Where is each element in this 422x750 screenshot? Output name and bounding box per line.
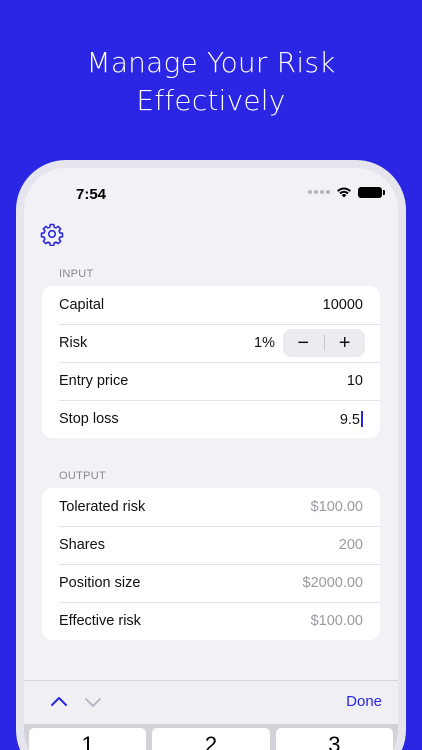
output-card: Tolerated risk $100.00 Shares 200 Positi… <box>42 488 380 640</box>
gear-icon[interactable] <box>40 222 64 246</box>
stop-loss-field[interactable]: 9.5 <box>340 412 360 428</box>
wifi-icon <box>337 187 351 198</box>
output-section-label: OUTPUT <box>59 470 107 482</box>
risk-stepper[interactable]: − + <box>283 329 365 357</box>
tolerated-risk-label: Tolerated risk <box>59 499 146 515</box>
effective-risk-label: Effective risk <box>59 613 141 629</box>
stop-loss-field-wrap[interactable]: 9.5 <box>340 410 363 428</box>
text-caret <box>361 410 363 427</box>
headline-line-2: Effectively <box>136 84 286 117</box>
battery-icon <box>358 186 385 198</box>
phone-frame: 7:54 INPUT Capital 10000 Risk 1% − + Ent… <box>16 160 406 750</box>
key-2[interactable]: 2 <box>152 728 270 750</box>
signal-dots-icon <box>308 190 330 194</box>
capital-field[interactable]: 10000 <box>323 297 363 313</box>
shares-label: Shares <box>59 537 105 553</box>
input-section-label: INPUT <box>59 268 94 280</box>
effective-risk-row: Effective risk $100.00 <box>42 602 380 640</box>
entry-price-field[interactable]: 10 <box>347 373 363 389</box>
capital-label: Capital <box>59 297 105 313</box>
keyboard-toolbar: Done <box>24 680 398 724</box>
chevron-down-icon[interactable] <box>84 693 102 711</box>
effective-risk-value: $100.00 <box>310 613 363 629</box>
capital-row[interactable]: Capital 10000 <box>42 286 380 324</box>
tolerated-risk-value: $100.00 <box>310 499 363 515</box>
input-card: Capital 10000 Risk 1% − + Entry price 10 <box>42 286 380 438</box>
number-keypad: 1 2 3 <box>24 724 398 750</box>
app-screen: 7:54 INPUT Capital 10000 Risk 1% − + Ent… <box>24 168 398 750</box>
key-1[interactable]: 1 <box>29 728 147 750</box>
shares-row: Shares 200 <box>42 526 380 564</box>
stop-loss-label: Stop loss <box>59 411 119 427</box>
position-size-label: Position size <box>59 575 141 591</box>
risk-row: Risk 1% − + <box>42 324 380 362</box>
position-size-row: Position size $2000.00 <box>42 564 380 602</box>
tolerated-risk-row: Tolerated risk $100.00 <box>42 488 380 526</box>
key-3[interactable]: 3 <box>275 728 393 750</box>
stop-loss-row[interactable]: Stop loss 9.5 <box>42 400 380 438</box>
position-size-value: $2000.00 <box>302 575 363 591</box>
risk-control: 1% − + <box>254 329 365 357</box>
status-time: 7:54 <box>76 186 107 203</box>
chevron-up-icon[interactable] <box>50 693 68 711</box>
entry-price-label: Entry price <box>59 373 129 389</box>
done-button[interactable]: Done <box>346 693 382 710</box>
status-icons <box>308 186 385 198</box>
headline-line-1: Manage Your Risk <box>86 46 336 79</box>
entry-price-row[interactable]: Entry price 10 <box>42 362 380 400</box>
promo-headline: Manage Your Risk Effectively <box>0 44 422 120</box>
risk-value: 1% <box>254 335 275 351</box>
risk-label: Risk <box>59 335 88 351</box>
increment-button[interactable]: + <box>325 329 366 357</box>
decrement-button[interactable]: − <box>283 329 324 357</box>
shares-value: 200 <box>338 537 363 553</box>
